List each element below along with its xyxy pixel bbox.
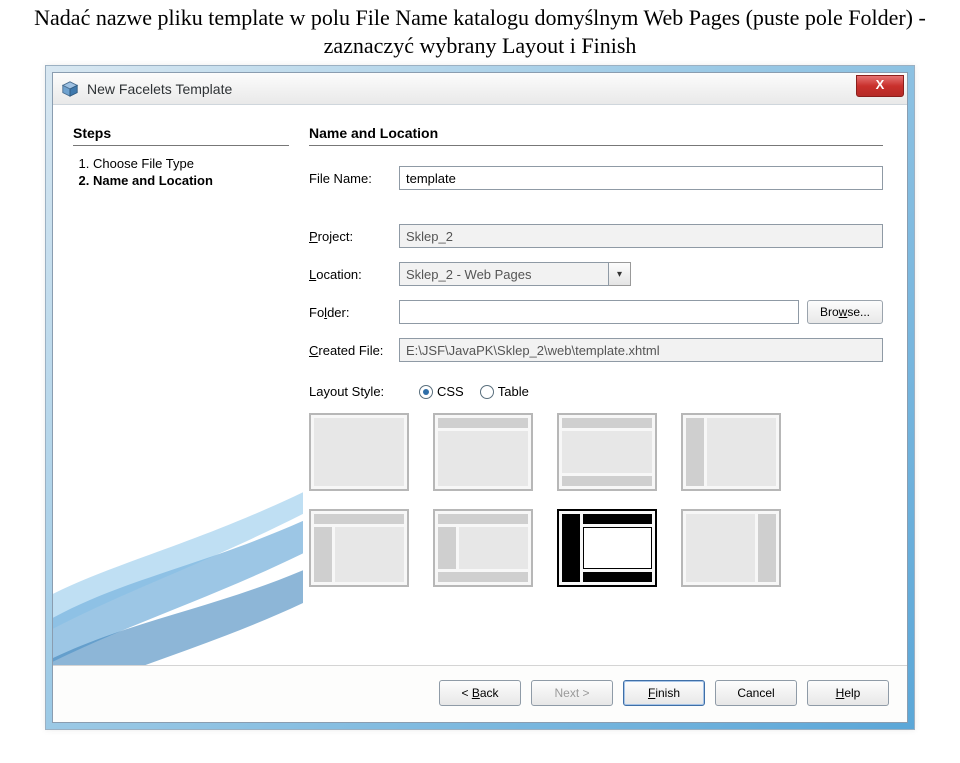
- input-file-name[interactable]: [399, 166, 883, 190]
- label-layout-style: Layout Style:: [309, 384, 399, 399]
- finish-button[interactable]: Finish: [623, 680, 705, 706]
- row-created-file: Created File:: [309, 338, 883, 362]
- form-panel: Name and Location File Name: Project: Lo…: [303, 105, 907, 665]
- section-heading: Name and Location: [309, 125, 883, 146]
- next-button: Next >: [531, 680, 613, 706]
- input-folder[interactable]: [399, 300, 799, 324]
- layout-plain[interactable]: [309, 413, 409, 491]
- dialog-window: New Facelets Template X Steps Choose Fil…: [52, 72, 908, 723]
- page-instruction: Nadać nazwe pliku template w polu File N…: [0, 0, 960, 65]
- browse-button[interactable]: Browse...: [807, 300, 883, 324]
- input-location[interactable]: [399, 262, 609, 286]
- layout-style-group: Layout Style: CSS Table: [309, 384, 883, 399]
- layout-right-sidebar[interactable]: [681, 509, 781, 587]
- layout-header-footer[interactable]: [557, 413, 657, 491]
- input-project: [399, 224, 883, 248]
- row-file-name: File Name:: [309, 166, 883, 190]
- wizard-body: Steps Choose File Type Name and Location…: [53, 105, 907, 665]
- steps-panel: Steps Choose File Type Name and Location: [53, 105, 303, 665]
- steps-heading: Steps: [73, 125, 289, 146]
- row-folder: Folder: Browse...: [309, 300, 883, 324]
- radio-table-label: Table: [498, 384, 529, 399]
- step-1: Choose File Type: [93, 156, 289, 171]
- cancel-button[interactable]: Cancel: [715, 680, 797, 706]
- decorative-swoosh: [53, 445, 303, 665]
- step-2: Name and Location: [93, 173, 289, 188]
- label-file-name: File Name:: [309, 171, 399, 186]
- label-location: Location:: [309, 267, 399, 282]
- row-project: Project:: [309, 224, 883, 248]
- cube-icon: [61, 80, 79, 98]
- layout-left-sidebar[interactable]: [681, 413, 781, 491]
- label-folder: Folder:: [309, 305, 399, 320]
- input-created-file: [399, 338, 883, 362]
- row-location: Location: ▾: [309, 262, 883, 286]
- radio-dot-icon: [480, 385, 494, 399]
- layout-header-left-footer[interactable]: [433, 509, 533, 587]
- radio-css-label: CSS: [437, 384, 464, 399]
- layout-left-header-footer[interactable]: [557, 509, 657, 587]
- radio-table[interactable]: Table: [480, 384, 529, 399]
- help-button[interactable]: Help: [807, 680, 889, 706]
- radio-css[interactable]: CSS: [419, 384, 464, 399]
- button-bar: < Back Next > Finish Cancel Help: [53, 665, 907, 722]
- layout-header-left[interactable]: [309, 509, 409, 587]
- layout-header[interactable]: [433, 413, 533, 491]
- radio-dot-icon: [419, 385, 433, 399]
- titlebar[interactable]: New Facelets Template X: [53, 73, 907, 105]
- label-project: Project:: [309, 229, 399, 244]
- steps-list: Choose File Type Name and Location: [73, 156, 289, 188]
- close-button[interactable]: X: [856, 75, 904, 97]
- window-shadow-wrap: New Facelets Template X Steps Choose Fil…: [45, 65, 915, 730]
- back-button[interactable]: < Back: [439, 680, 521, 706]
- layout-grid: [309, 413, 883, 587]
- label-created-file: Created File:: [309, 343, 399, 358]
- location-dropdown-icon[interactable]: ▾: [609, 262, 631, 286]
- dialog-title: New Facelets Template: [87, 81, 232, 97]
